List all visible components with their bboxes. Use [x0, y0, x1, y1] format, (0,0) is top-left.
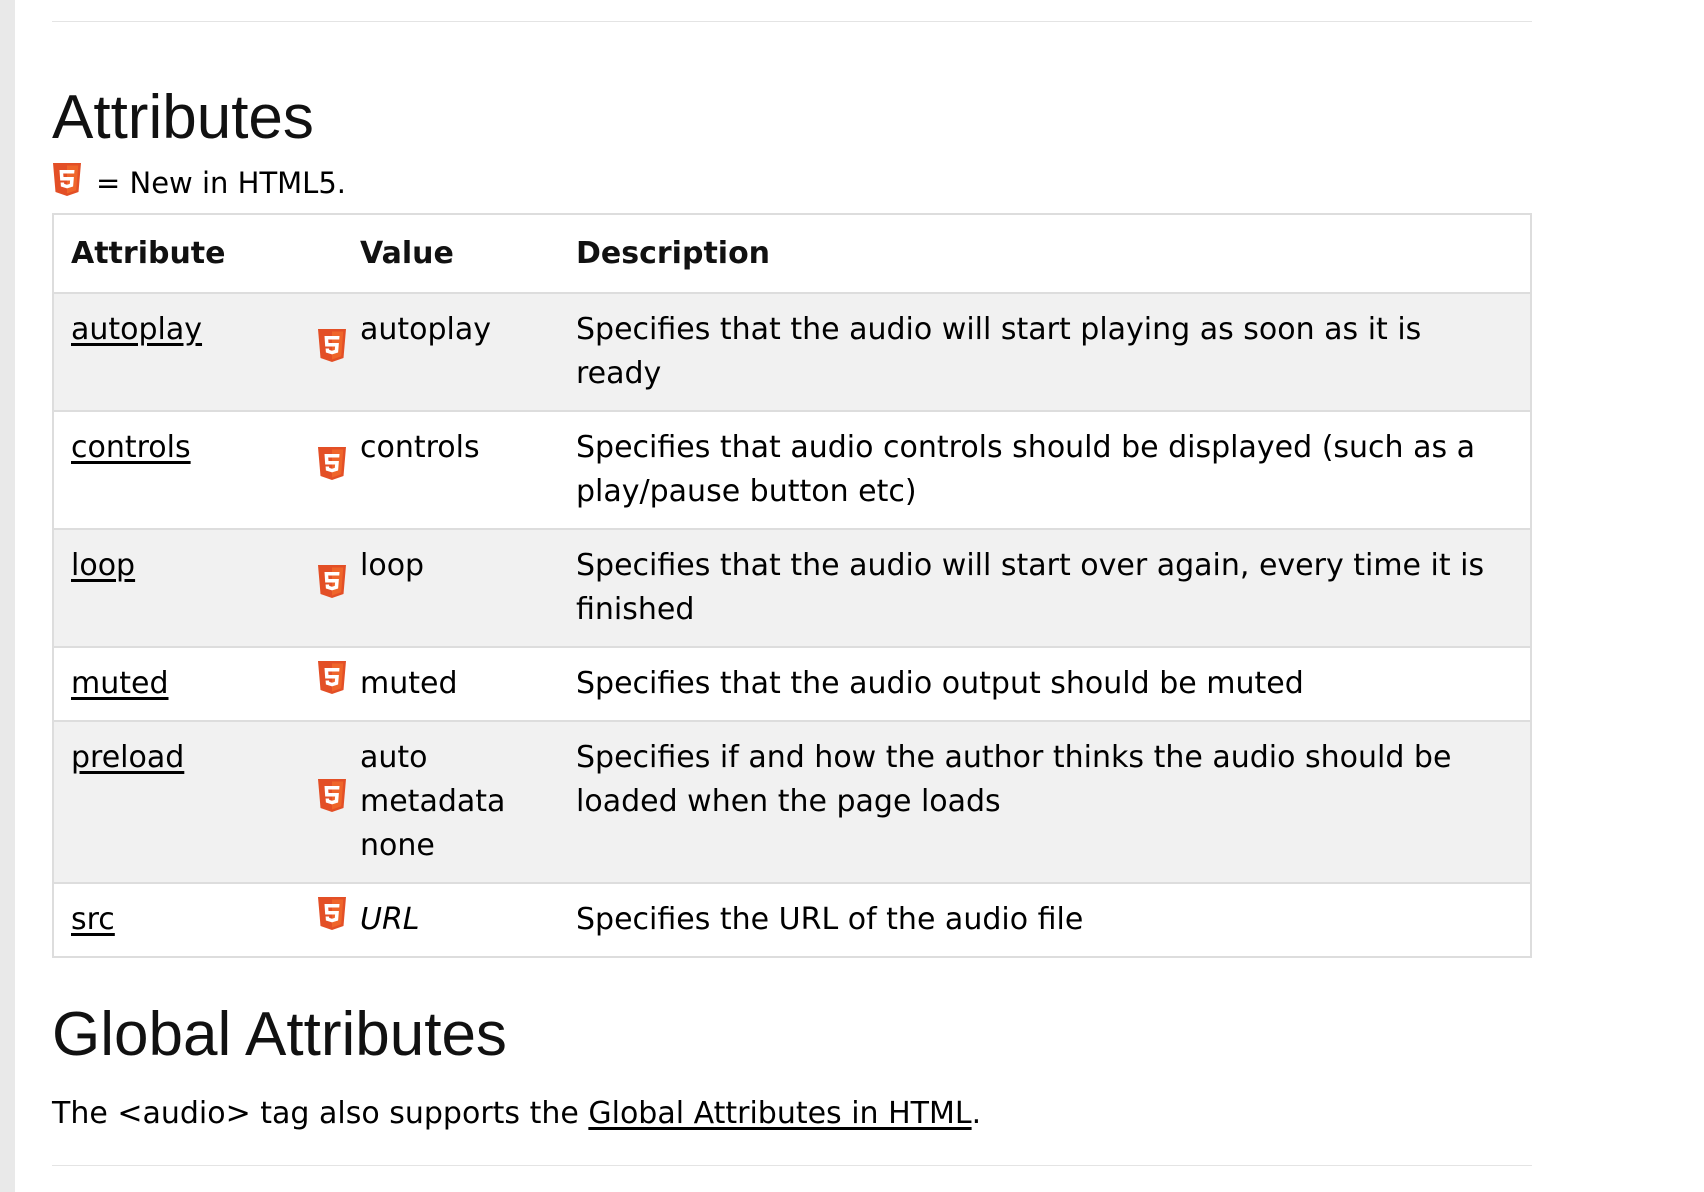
html5-badge-cell — [317, 647, 347, 721]
description-cell: Specifies if and how the author thinks t… — [576, 740, 1452, 819]
html5-legend-text: = New in HTML5. — [96, 166, 347, 200]
bottom-divider — [52, 1165, 1532, 1166]
global-attributes-text: The <audio> tag also supports the Global… — [52, 1092, 1532, 1136]
html5-icon — [317, 660, 347, 695]
global-text-before: The <audio> tag also supports the — [52, 1096, 589, 1131]
attribute-cell: preload — [53, 721, 317, 883]
description-cell: Specifies that audio controls should be … — [576, 430, 1476, 509]
description-cell: Specifies that the audio will start play… — [576, 312, 1422, 391]
attribute-cell: autoplay — [53, 293, 317, 411]
attributes-heading: Attributes — [52, 83, 314, 152]
global-text-after: . — [971, 1096, 982, 1131]
table-row: autoplay autoplay Specifies that the aud… — [53, 293, 1531, 411]
html5-icon — [317, 328, 347, 363]
attribute-link-preload[interactable]: preload — [71, 740, 184, 775]
html5-badge-cell — [317, 529, 347, 647]
html5-badge-cell — [317, 293, 347, 411]
global-attributes-heading: Global Attributes — [52, 1000, 507, 1069]
table-header-row: Attribute Value Description — [53, 214, 1531, 293]
global-attributes-link[interactable]: Global Attributes in HTML — [588, 1096, 971, 1131]
html5-icon — [317, 778, 347, 813]
description-cell: Specifies that the audio output should b… — [576, 666, 1304, 701]
html5-legend: = New in HTML5. — [52, 163, 1532, 203]
attribute-cell: src — [53, 883, 317, 957]
description-cell: Specifies that the audio will start over… — [576, 548, 1485, 627]
value-cell: autoplay — [360, 312, 492, 347]
value-option-metadata: metadata — [360, 784, 506, 819]
attribute-cell: muted — [53, 647, 317, 721]
html5-icon — [317, 564, 347, 599]
value-cell: URL — [347, 883, 559, 957]
attribute-link-loop[interactable]: loop — [71, 548, 135, 583]
html5-badge-cell — [317, 411, 347, 529]
attribute-link-autoplay[interactable]: autoplay — [71, 312, 202, 347]
left-sidebar-strip — [0, 0, 15, 1192]
value-option-auto: auto — [360, 740, 428, 775]
attribute-link-src[interactable]: src — [71, 902, 115, 937]
value-cell: muted — [360, 666, 458, 701]
value-cell: loop — [360, 548, 425, 583]
column-header-attribute: Attribute — [71, 236, 226, 271]
html5-badge-cell — [317, 721, 347, 883]
attribute-link-controls[interactable]: controls — [71, 430, 191, 465]
column-header-description: Description — [576, 236, 771, 271]
attributes-table: Attribute Value Description autoplay aut… — [52, 213, 1532, 958]
table-row: src URL Specifies the URL of the audio f… — [53, 883, 1531, 957]
html5-icon — [317, 896, 347, 931]
description-cell: Specifies the URL of the audio file — [576, 902, 1084, 937]
column-header-value: Value — [360, 236, 454, 271]
table-row: loop loop Specifies that the audio will … — [53, 529, 1531, 647]
table-row: muted muted Specifies that the audio out… — [53, 647, 1531, 721]
attribute-cell: controls — [53, 411, 317, 529]
attribute-cell: loop — [53, 529, 317, 647]
main-content: Attributes = New in HTML5. Attribute Val… — [52, 0, 1532, 1166]
table-row: preload auto metadata none Specifies if … — [53, 721, 1531, 883]
html5-icon — [317, 446, 347, 481]
value-cell: controls — [360, 430, 480, 465]
html5-badge-cell — [317, 883, 347, 957]
html5-icon — [52, 163, 82, 197]
attribute-link-muted[interactable]: muted — [71, 666, 169, 701]
table-row: controls controls Specifies that audio c… — [53, 411, 1531, 529]
value-url: URL — [360, 902, 420, 937]
value-cell: auto metadata none — [347, 721, 559, 883]
top-divider — [52, 21, 1532, 22]
value-option-none: none — [360, 828, 435, 863]
